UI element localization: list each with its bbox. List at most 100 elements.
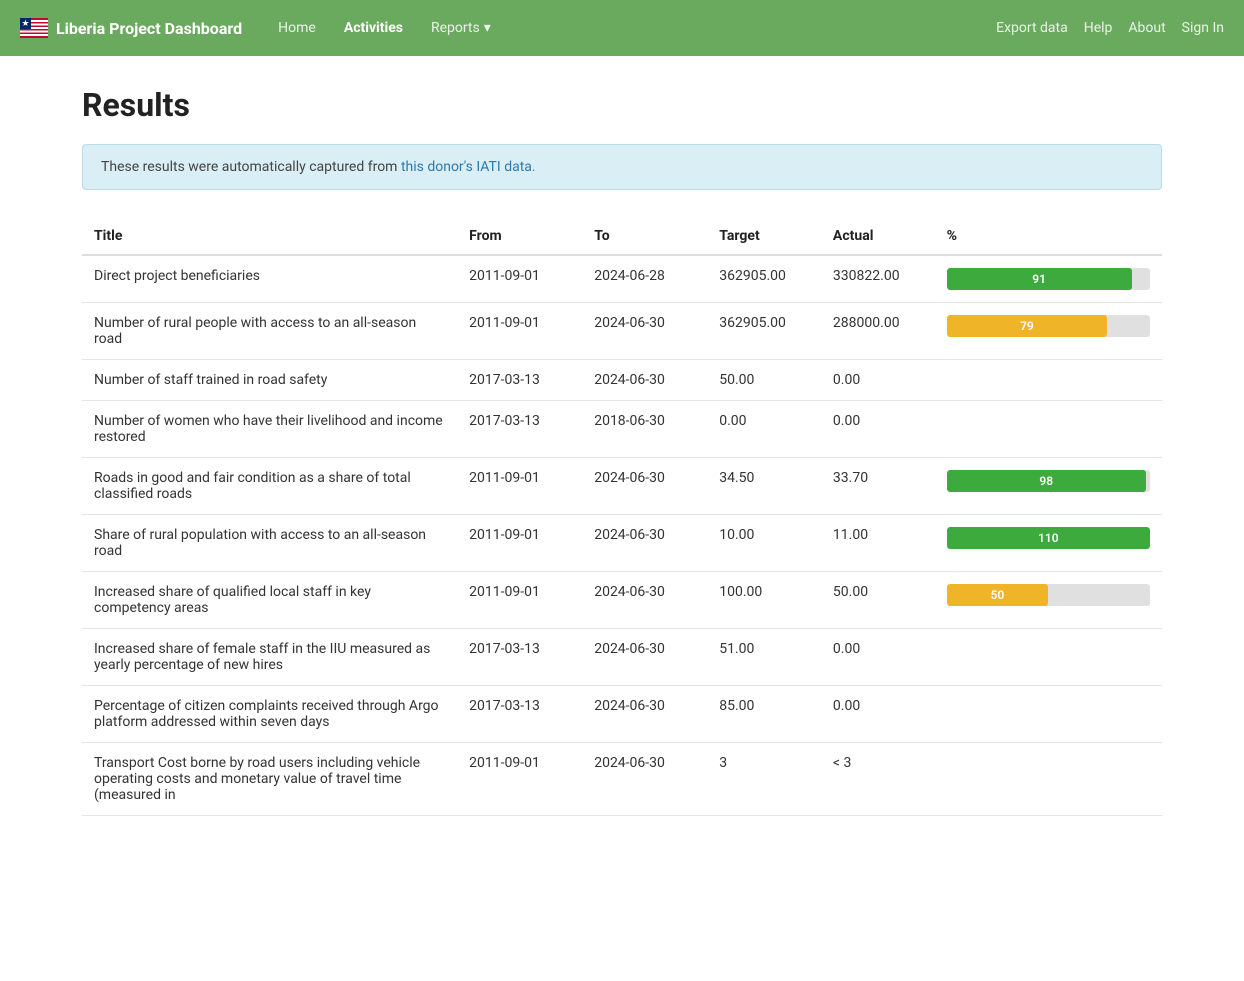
cell-actual: < 3 — [821, 743, 935, 816]
nav-links: Home Activities Reports ▾ — [266, 12, 996, 44]
cell-to: 2024-06-30 — [582, 458, 707, 515]
cell-to: 2024-06-30 — [582, 629, 707, 686]
progress-fill: 91 — [947, 268, 1132, 290]
progress-track: 79 — [947, 315, 1150, 337]
cell-from: 2011-09-01 — [457, 515, 582, 572]
cell-from: 2017-03-13 — [457, 686, 582, 743]
col-header-percent: % — [935, 218, 1162, 255]
brand-link[interactable]: Liberia Project Dashboard — [20, 18, 242, 38]
cell-to: 2024-06-30 — [582, 303, 707, 360]
progress-fill: 79 — [947, 315, 1108, 337]
cell-title: Number of staff trained in road safety — [82, 360, 457, 401]
export-data-link[interactable]: Export data — [996, 20, 1068, 36]
cell-target: 362905.00 — [707, 303, 821, 360]
progress-fill: 98 — [947, 470, 1146, 492]
table-row: Number of staff trained in road safety20… — [82, 360, 1162, 401]
help-link[interactable]: Help — [1084, 20, 1113, 36]
progress-container: 98 — [947, 470, 1150, 492]
col-header-target: Target — [707, 218, 821, 255]
about-link[interactable]: About — [1128, 20, 1165, 36]
cell-to: 2024-06-28 — [582, 255, 707, 303]
chevron-down-icon: ▾ — [484, 20, 491, 36]
cell-percent — [935, 686, 1162, 743]
navbar: Liberia Project Dashboard Home Activitie… — [0, 0, 1244, 56]
cell-actual: 0.00 — [821, 629, 935, 686]
cell-to: 2024-06-30 — [582, 572, 707, 629]
cell-target: 34.50 — [707, 458, 821, 515]
progress-track: 91 — [947, 268, 1150, 290]
cell-percent: 91 — [935, 255, 1162, 303]
cell-title: Roads in good and fair condition as a sh… — [82, 458, 457, 515]
cell-to: 2024-06-30 — [582, 743, 707, 816]
cell-target: 10.00 — [707, 515, 821, 572]
cell-percent: 98 — [935, 458, 1162, 515]
table-row: Direct project beneficiaries2011-09-0120… — [82, 255, 1162, 303]
nav-home[interactable]: Home — [266, 12, 328, 44]
cell-target: 85.00 — [707, 686, 821, 743]
cell-from: 2017-03-13 — [457, 360, 582, 401]
col-header-to: To — [582, 218, 707, 255]
cell-percent: 110 — [935, 515, 1162, 572]
col-header-from: From — [457, 218, 582, 255]
brand-text: Liberia Project Dashboard — [56, 19, 242, 38]
table-row: Roads in good and fair condition as a sh… — [82, 458, 1162, 515]
cell-from: 2011-09-01 — [457, 255, 582, 303]
table-row: Increased share of female staff in the I… — [82, 629, 1162, 686]
cell-title: Transport Cost borne by road users inclu… — [82, 743, 457, 816]
main-content: Results These results were automatically… — [42, 56, 1202, 846]
nav-reports[interactable]: Reports ▾ — [419, 12, 503, 44]
cell-actual: 288000.00 — [821, 303, 935, 360]
page-title: Results — [82, 86, 1162, 124]
cell-target: 100.00 — [707, 572, 821, 629]
cell-title: Share of rural population with access to… — [82, 515, 457, 572]
cell-percent — [935, 360, 1162, 401]
cell-target: 3 — [707, 743, 821, 816]
cell-from: 2017-03-13 — [457, 401, 582, 458]
cell-target: 0.00 — [707, 401, 821, 458]
progress-container: 79 — [947, 315, 1150, 337]
table-row: Number of women who have their livelihoo… — [82, 401, 1162, 458]
cell-title: Increased share of qualified local staff… — [82, 572, 457, 629]
table-row: Increased share of qualified local staff… — [82, 572, 1162, 629]
progress-fill: 110 — [947, 527, 1150, 549]
progress-container: 50 — [947, 584, 1150, 606]
cell-target: 51.00 — [707, 629, 821, 686]
cell-actual: 0.00 — [821, 401, 935, 458]
table-row: Share of rural population with access to… — [82, 515, 1162, 572]
cell-actual: 11.00 — [821, 515, 935, 572]
progress-fill: 50 — [947, 584, 1049, 606]
cell-percent — [935, 401, 1162, 458]
cell-percent — [935, 743, 1162, 816]
cell-from: 2017-03-13 — [457, 629, 582, 686]
results-table: Title From To Target Actual % Direct pro… — [82, 218, 1162, 816]
cell-actual: 33.70 — [821, 458, 935, 515]
nav-activities[interactable]: Activities — [332, 12, 415, 44]
col-header-actual: Actual — [821, 218, 935, 255]
sign-in-link[interactable]: Sign In — [1182, 20, 1224, 36]
cell-percent — [935, 629, 1162, 686]
cell-actual: 330822.00 — [821, 255, 935, 303]
cell-to: 2024-06-30 — [582, 360, 707, 401]
cell-from: 2011-09-01 — [457, 572, 582, 629]
cell-title: Direct project beneficiaries — [82, 255, 457, 303]
table-row: Percentage of citizen complaints receive… — [82, 686, 1162, 743]
cell-target: 362905.00 — [707, 255, 821, 303]
cell-to: 2024-06-30 — [582, 515, 707, 572]
progress-track: 98 — [947, 470, 1150, 492]
cell-actual: 0.00 — [821, 686, 935, 743]
banner-text: These results were automatically capture… — [101, 159, 401, 175]
progress-container: 91 — [947, 268, 1150, 290]
table-row: Number of rural people with access to an… — [82, 303, 1162, 360]
progress-container: 110 — [947, 527, 1150, 549]
cell-percent: 50 — [935, 572, 1162, 629]
col-header-title: Title — [82, 218, 457, 255]
iati-link[interactable]: this donor's IATI data. — [401, 159, 536, 175]
cell-title: Number of rural people with access to an… — [82, 303, 457, 360]
cell-title: Number of women who have their livelihoo… — [82, 401, 457, 458]
cell-from: 2011-09-01 — [457, 303, 582, 360]
cell-percent: 79 — [935, 303, 1162, 360]
cell-to: 2024-06-30 — [582, 686, 707, 743]
table-body: Direct project beneficiaries2011-09-0120… — [82, 255, 1162, 816]
cell-actual: 50.00 — [821, 572, 935, 629]
cell-to: 2018-06-30 — [582, 401, 707, 458]
